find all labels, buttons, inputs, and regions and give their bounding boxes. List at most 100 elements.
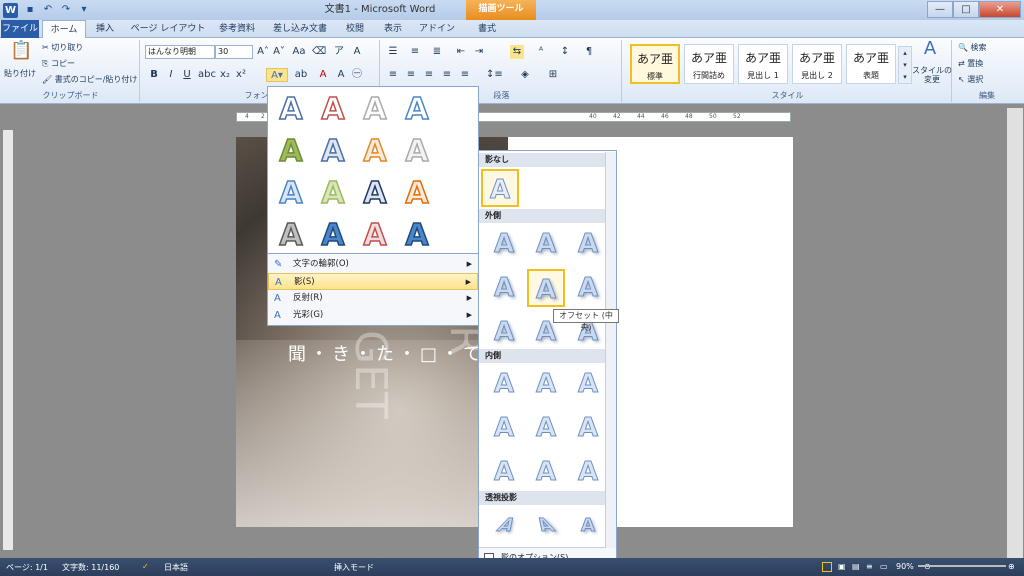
page-count[interactable]: ページ: 1/1 xyxy=(6,562,48,573)
shading-icon[interactable]: ◈ xyxy=(518,68,532,82)
change-styles-icon[interactable]: A xyxy=(920,40,940,62)
italic-icon[interactable]: I xyxy=(164,68,178,82)
word-count[interactable]: 文字数: 11/160 xyxy=(62,562,119,573)
document-text-line[interactable]: 聞・き・た・□・て xyxy=(288,340,485,366)
text-effects-icon[interactable]: A▾ xyxy=(266,68,288,82)
style-title[interactable]: あア亜 表題 xyxy=(846,44,896,84)
tab-addins[interactable]: アドイン xyxy=(414,20,460,38)
numbering-icon[interactable]: ≡ xyxy=(408,45,422,59)
highlight-icon[interactable]: ab xyxy=(294,68,308,82)
inner-shadow-option[interactable]: A xyxy=(485,365,523,403)
style-heading-1[interactable]: あア亜 見出し 1 xyxy=(738,44,788,84)
text-effect-style[interactable]: A xyxy=(270,173,312,215)
inner-shadow-option[interactable]: A xyxy=(527,453,565,491)
styles-more-icon[interactable]: ▴ ▾ ▾ xyxy=(898,46,912,84)
tab-insert[interactable]: 挿入 xyxy=(88,20,122,38)
bullets-icon[interactable]: ☰ xyxy=(386,45,400,59)
outer-shadow-option[interactable]: A xyxy=(485,269,523,307)
inner-shadow-option[interactable]: A xyxy=(569,453,607,491)
decrease-indent-icon[interactable]: ⇤ xyxy=(454,45,468,59)
char-border-icon[interactable]: A xyxy=(350,45,364,59)
line-spacing-icon[interactable]: ↕≡ xyxy=(486,68,503,82)
clear-format-icon[interactable]: ⌫ xyxy=(312,45,326,59)
strikethrough-icon[interactable]: abc xyxy=(198,68,216,82)
zoom-level[interactable]: 90% xyxy=(896,562,914,571)
shrink-font-icon[interactable]: A˅ xyxy=(272,45,286,59)
change-case-icon[interactable]: Aa xyxy=(292,45,306,59)
phonetic-guide-icon[interactable]: ア xyxy=(332,45,346,59)
align-center-icon[interactable]: ≡ xyxy=(404,68,418,82)
style-normal[interactable]: あア亜 標準 xyxy=(630,44,680,84)
text-effect-style[interactable]: A xyxy=(354,89,396,131)
text-effect-style[interactable]: A xyxy=(312,215,354,257)
maximize-button[interactable]: □ xyxy=(953,1,979,18)
select-button[interactable]: ↖ 選択 xyxy=(958,74,983,85)
minimize-button[interactable]: — xyxy=(927,1,953,18)
format-painter-button[interactable]: 🖌 書式のコピー/貼り付け xyxy=(42,74,137,85)
shadow-none-option[interactable]: A xyxy=(481,169,519,207)
tab-references[interactable]: 参考資料 xyxy=(212,20,262,38)
vertical-ruler[interactable] xyxy=(3,130,13,550)
paste-button[interactable]: 貼り付け xyxy=(4,68,36,79)
outer-shadow-option[interactable]: A xyxy=(527,225,565,263)
inner-shadow-option[interactable]: A xyxy=(569,409,607,447)
menu-item-glow[interactable]: A 光彩(G) ▶ xyxy=(268,307,478,324)
font-name-combo[interactable]: はんなり明朝 xyxy=(145,45,215,59)
show-marks-icon[interactable]: ¶ xyxy=(582,45,596,59)
perspective-shadow-option[interactable]: A xyxy=(516,507,576,545)
underline-icon[interactable]: U xyxy=(180,68,194,82)
text-effect-style[interactable]: A xyxy=(312,89,354,131)
zoom-slider[interactable] xyxy=(918,565,1006,567)
style-heading-2[interactable]: あア亜 見出し 2 xyxy=(792,44,842,84)
outer-shadow-option[interactable]: A xyxy=(485,313,523,351)
text-effect-style[interactable]: A xyxy=(270,89,312,131)
tab-mailings[interactable]: 差し込み文書 xyxy=(266,20,334,38)
style-no-spacing[interactable]: あア亜 行間詰め xyxy=(684,44,734,84)
text-effect-style[interactable]: A xyxy=(312,131,354,173)
increase-indent-icon[interactable]: ⇥ xyxy=(472,45,486,59)
replace-button[interactable]: ⇄ 置換 xyxy=(958,58,983,69)
vertical-scrollbar[interactable] xyxy=(1007,108,1023,558)
cut-button[interactable]: ✂ 切り取り xyxy=(42,42,83,53)
inner-shadow-option[interactable]: A xyxy=(485,453,523,491)
menu-item-shadow[interactable]: A 影(S) ▶ xyxy=(268,273,478,290)
outer-shadow-option[interactable]: A xyxy=(485,225,523,263)
subscript-icon[interactable]: x₂ xyxy=(218,68,232,82)
text-effect-style[interactable]: A xyxy=(354,215,396,257)
text-effect-style[interactable]: A xyxy=(396,215,438,257)
char-shading-icon[interactable]: A xyxy=(334,68,348,82)
zoom-in-icon[interactable]: ⊕ xyxy=(1008,562,1015,571)
tab-format[interactable]: 書式 xyxy=(466,20,508,38)
tab-home[interactable]: ホーム xyxy=(42,20,86,39)
text-direction-icon[interactable]: ⇆ xyxy=(510,45,524,59)
outer-shadow-option[interactable]: A xyxy=(569,225,607,263)
print-layout-icon[interactable] xyxy=(822,562,832,572)
perspective-shadow-option[interactable]: A xyxy=(569,507,607,545)
tab-view[interactable]: 表示 xyxy=(376,20,410,38)
insert-mode[interactable]: 挿入モード xyxy=(334,562,374,573)
text-effect-style[interactable]: A xyxy=(270,131,312,173)
tab-file[interactable]: ファイル xyxy=(1,20,39,38)
copy-button[interactable]: ⎘ コピー xyxy=(42,58,75,69)
asian-layout-icon[interactable]: ᴬ xyxy=(534,45,548,59)
borders-icon[interactable]: ⊞ xyxy=(546,68,560,82)
full-screen-icon[interactable]: ▣ xyxy=(838,562,846,571)
find-button[interactable]: 🔍 検索 xyxy=(958,42,987,53)
bold-icon[interactable]: B xyxy=(147,68,161,82)
multilevel-list-icon[interactable]: ≣ xyxy=(430,45,444,59)
outer-shadow-option[interactable]: A xyxy=(569,269,607,307)
text-effect-style[interactable]: A xyxy=(396,173,438,215)
distribute-icon[interactable]: ≡ xyxy=(458,68,472,82)
outline-icon[interactable]: ≡ xyxy=(866,562,873,571)
inner-shadow-option[interactable]: A xyxy=(485,409,523,447)
inner-shadow-option[interactable]: A xyxy=(569,365,607,403)
text-effect-style[interactable]: A xyxy=(312,173,354,215)
font-size-combo[interactable]: 30 xyxy=(215,45,253,59)
tab-review[interactable]: 校閲 xyxy=(338,20,372,38)
align-right-icon[interactable]: ≡ xyxy=(422,68,436,82)
superscript-icon[interactable]: x² xyxy=(234,68,248,82)
draft-icon[interactable]: ▭ xyxy=(880,562,888,571)
align-left-icon[interactable]: ≡ xyxy=(386,68,400,82)
web-layout-icon[interactable]: ▤ xyxy=(852,562,860,571)
enclose-char-icon[interactable]: ㊀ xyxy=(350,68,364,82)
